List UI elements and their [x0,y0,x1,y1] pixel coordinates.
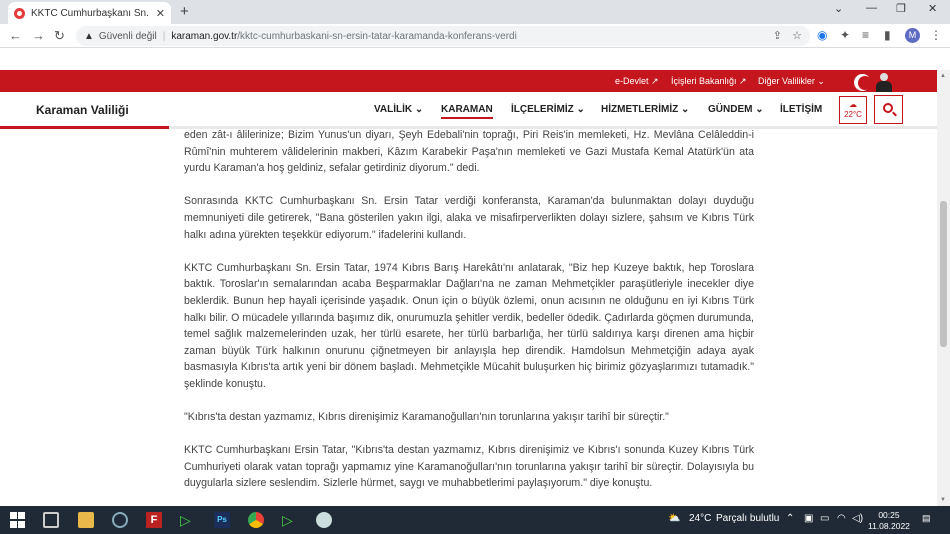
taskbar-weather-desc[interactable]: Parçalı bulutlu [716,513,779,524]
security-status[interactable]: Güvenli değil [99,31,157,42]
share-icon[interactable]: ⇪ [773,29,782,42]
scroll-down-icon[interactable]: ▼ [940,497,946,503]
filezilla-icon[interactable]: F [146,512,162,528]
site-search-button[interactable] [874,95,903,124]
scroll-up-icon[interactable]: ▲ [940,73,946,79]
site-navigation: Karaman Valiliği VALİLİK ⌄ KARAMAN İLÇEL… [0,92,937,128]
reading-list-icon[interactable]: ≡ [862,28,869,42]
url-path: /kktc-cumhurbaskani-sn-ersin-tatar-karam… [237,30,517,42]
browser-tab-strip: KKTC Cumhurbaşkanı Sn. Ersin Ta ✕ + ⌄ — … [0,0,950,24]
divider: | [162,30,166,42]
browser-toolbar: ← → ↻ ▲ Güvenli değil | karaman.gov.tr/k… [0,24,950,48]
taskbar-clock[interactable]: 00:25 11.08.2022 [868,510,910,532]
flag-portrait-emblem [848,72,902,92]
article-quote: "Kıbrıs'ta destan yazmamız, Kıbrıs diren… [184,411,669,424]
nav-karaman[interactable]: KARAMAN [441,104,493,119]
side-panel-icon[interactable]: ▮ [884,28,891,42]
portrait-icon [876,73,892,92]
photoshop-icon[interactable]: Ps [214,512,230,528]
weather-temp: 22°C [844,110,862,119]
task-view-icon[interactable] [43,512,59,528]
close-window-icon[interactable]: ✕ [928,2,937,15]
warning-triangle-icon[interactable]: ▲ [84,31,94,42]
chrome-icon[interactable] [248,512,264,528]
article-paragraph: KKTC Cumhurbaşkanı Ersin Tatar, "Kıbrıs'… [184,444,754,490]
page-scrollbar[interactable]: ▲ ▼ [937,70,950,506]
clock-time: 00:25 [878,510,900,520]
article-body: eden zât-ı âlilerinize; Bizim Yunus'un d… [184,127,754,503]
edevlet-link[interactable]: e-Devlet ↗ [615,76,659,87]
weather-widget[interactable]: ☁ 22°C [839,96,867,124]
tab-search-icon[interactable]: ⌄ [834,2,843,15]
new-tab-button[interactable]: + [180,3,189,20]
tab-close-icon[interactable]: ✕ [156,7,165,20]
scrollbar-thumb[interactable] [940,201,947,347]
article-paragraph: eden zât-ı âlilerinize; Bizim Yunus'un d… [184,129,754,175]
reading-progress-bar [0,126,169,129]
tray-device-icon[interactable]: ▣ [804,513,813,524]
volume-icon[interactable]: ◁) [852,513,863,524]
second-player-icon[interactable]: ▷ [282,512,298,528]
cloud-icon: ☁ [849,100,857,109]
wifi-icon[interactable]: ◠ [837,513,846,524]
url-host: karaman.gov.tr [171,30,238,42]
taskbar-weather-temp[interactable]: 24°C [689,513,711,524]
article-paragraph: KKTC Cumhurbaşkanı Sn. Ersin Tatar, 1974… [184,261,754,390]
nav-valilik[interactable]: VALİLİK ⌄ [374,104,423,115]
article-paragraph: Sonrasında KKTC Cumhurbaşkanı Sn. Ersin … [184,195,754,241]
diger-valilikler-dropdown[interactable]: Diğer Valilikler ⌄ [758,76,825,87]
windows-taskbar: F ▷ Ps ▷ ⛅ 24°C Parçalı bulutlu ⌃ ▣ ▭ ◠ … [0,506,950,534]
crescent-icon [854,74,872,91]
minimize-icon[interactable]: — [866,2,877,14]
icisleri-link[interactable]: İçişleri Bakanlığı ↗ [671,76,747,87]
back-arrow-icon[interactable]: ← [9,28,22,43]
nav-hizmetlerimiz[interactable]: HİZMETLERİMİZ ⌄ [601,104,689,115]
site-favicon-icon [14,7,25,19]
forward-arrow-icon[interactable]: → [32,28,45,43]
extension-shield-icon[interactable]: ◉ [817,28,827,42]
bookmark-star-icon[interactable]: ☆ [792,29,802,42]
battery-icon[interactable]: ▭ [820,513,829,524]
site-brand[interactable]: Karaman Valiliği [36,103,129,117]
media-player-icon[interactable]: ▷ [180,512,196,528]
windows-start-icon[interactable] [10,512,26,528]
notification-icon[interactable]: ▤ [922,513,931,524]
app-circle-icon[interactable] [112,512,128,528]
menu-kebab-icon[interactable]: ⋮ [930,28,942,42]
restore-icon[interactable]: ❐ [896,2,906,15]
profile-avatar[interactable]: M [905,28,920,43]
reload-icon[interactable]: ↻ [54,28,65,44]
file-explorer-icon[interactable] [78,512,94,528]
tab-title: KKTC Cumhurbaşkanı Sn. Ersin Ta [31,7,152,19]
address-bar[interactable]: ▲ Güvenli değil | karaman.gov.tr/kktc-cu… [76,26,810,46]
app-globe-icon[interactable] [316,512,332,528]
tray-chevron-icon[interactable]: ⌃ [786,513,794,524]
site-top-bar: e-Devlet ↗ İçişleri Bakanlığı ↗ Diğer Va… [0,70,937,92]
nav-gundem[interactable]: GÜNDEM ⌄ [708,104,764,115]
browser-tab[interactable]: KKTC Cumhurbaşkanı Sn. Ersin Ta ✕ [8,2,171,24]
nav-ilcelerimiz[interactable]: İLÇELERİMİZ ⌄ [511,104,585,115]
taskbar-weather-icon[interactable]: ⛅ [668,513,680,524]
clock-date: 11.08.2022 [868,521,910,531]
extensions-puzzle-icon[interactable]: ✦ [840,28,850,42]
nav-iletisim[interactable]: İLETİŞİM [780,104,822,115]
